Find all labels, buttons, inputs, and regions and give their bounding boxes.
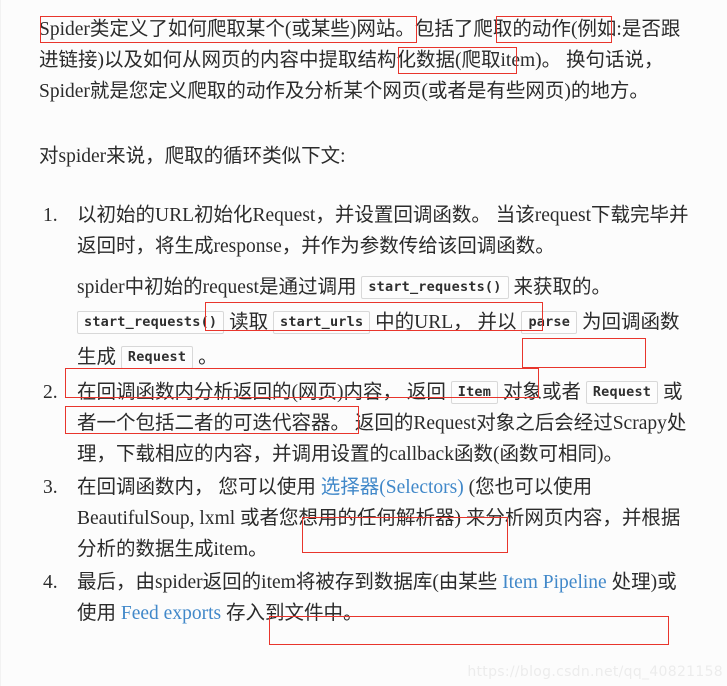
code-parse: parse [521,311,578,334]
list-item: 在回调函数内分析返回的(网页)内容， 返回 Item 对象或者 Request … [39,377,689,470]
step-1-sub-a7: 。 [198,347,218,368]
step-1-text: 以初始的URL初始化Request，并设置回调函数。 当该request下载完毕… [77,205,689,257]
step-3-text-a: 在回调函数内， 您可以使用 [77,477,316,498]
step-3-text: 在回调函数内， 您可以使用 选择器(Selectors) (您也可以使用 Bea… [77,472,689,565]
intro-segment-3: 爬取的动作 [473,19,571,40]
intro-segment-2: 包括了 [414,19,474,40]
document-page: Spider类定义了如何爬取某个(或某些)网站。包括了爬取的动作(例如:是否跟进… [0,0,727,686]
step-4-text-a: 最后，由spider返回的 [77,572,262,593]
step-2-text: 在回调函数内分析返回的(网页)内容， 返回 Item 对象或者 Request … [77,377,689,470]
step-2-text-a: 在回调函数内分析返回的(网页)内容， [77,382,402,403]
intro-segment-5: 提取结构化数据 [318,50,456,71]
list-item: 在回调函数内， 您可以使用 选择器(Selectors) (您也可以使用 Bea… [39,472,689,565]
step-1-sub-a4: 读取 [229,312,269,333]
code-request-2: Request [585,381,659,404]
csdn-watermark: https://blog.csdn.net/qq_40821158 [467,664,723,680]
list-item: 以初始的URL初始化Request，并设置回调函数。 当该request下载完毕… [39,200,689,375]
step-4-text: 最后，由spider返回的item将被存到数据库(由某些 Item Pipeli… [77,567,689,629]
step-4-text-d: 存入到文件中。 [225,603,363,624]
link-feed-exports[interactable]: Feed exports [121,603,221,624]
intro-segment-1: Spider类定义了如何爬取某个(或某些)网站。 [39,19,415,40]
step-1-sub-a5: 中的URL， 并以 [375,312,517,333]
code-start-urls: start_urls [273,311,371,334]
code-item: Item [450,381,499,404]
lead-in-paragraph: 对spider来说，爬取的循环类似下文: [39,146,346,167]
code-start-requests-1: start_requests() [361,276,509,299]
step-1-subparagraph: spider中初始的request是通过调用 start_requests() … [77,270,689,375]
spacer-after-intro [39,107,689,141]
document-content: Spider类定义了如何爬取某个(或某些)网站。包括了爬取的动作(例如:是否跟进… [39,14,689,631]
link-item-pipeline[interactable]: Item Pipeline [502,572,607,593]
step-1-sub-a2: request是通过调用 [202,277,357,298]
link-selectors[interactable]: 选择器(Selectors) [321,477,464,498]
step-2-text-c: 对象或者 [502,382,581,403]
step-4-text-b: item将被存到数据库(由某些 [261,572,498,593]
step-1-sub-a1: spider中初始的 [77,277,203,298]
step-2-text-b: 返回 [406,382,446,403]
list-item: 最后，由spider返回的item将被存到数据库(由某些 Item Pipeli… [39,567,689,629]
intro-paragraph: Spider类定义了如何爬取某个(或某些)网站。包括了爬取的动作(例如:是否跟进… [39,14,689,107]
code-start-requests-2: start_requests() [77,311,225,334]
spacer-after-lead-in [39,172,689,200]
code-request-1: Request [120,346,194,369]
step-1-sub-a3: 来获取的。 [513,277,611,298]
steps-list: 以初始的URL初始化Request，并设置回调函数。 当该request下载完毕… [39,200,689,629]
